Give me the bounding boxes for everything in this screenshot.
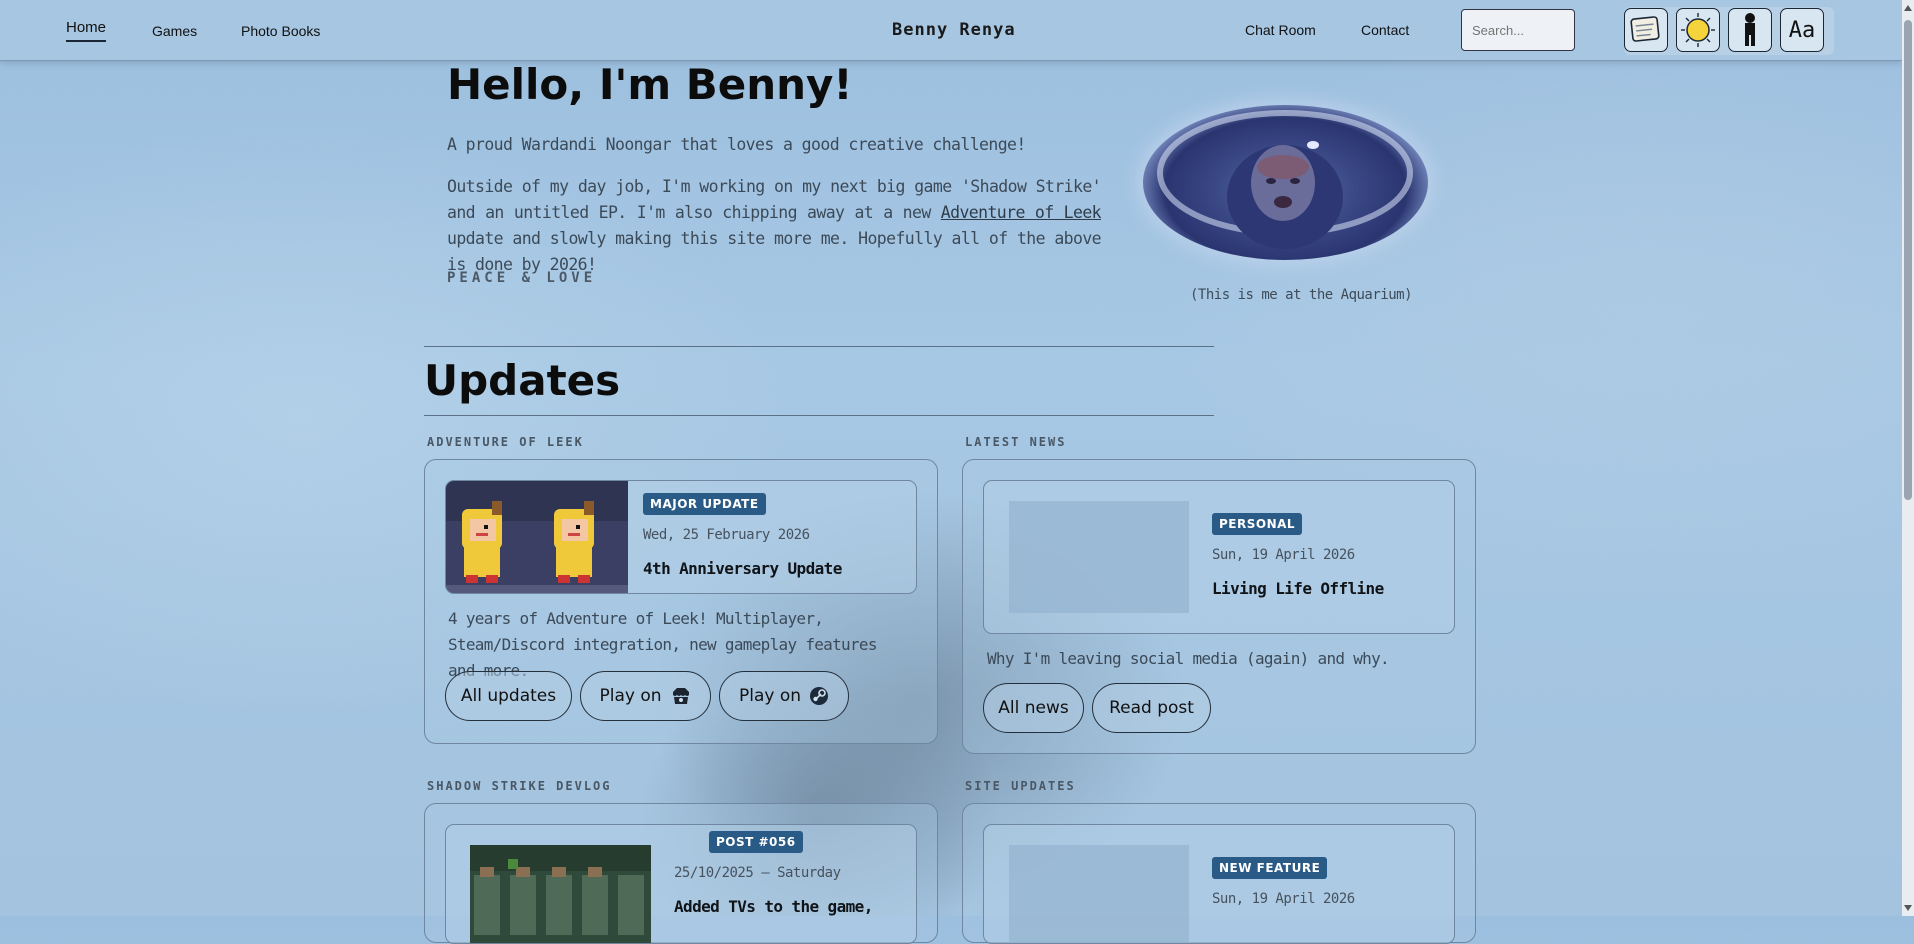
site-section-label: SITE UPDATES — [965, 779, 1076, 793]
leek-date: Wed, 25 February 2026 — [643, 527, 810, 543]
devlog-thumbnail — [470, 845, 651, 943]
top-nav: Home Games Photo Books Benny Renya Chat … — [0, 0, 1902, 61]
page-scrollbar[interactable] — [1902, 0, 1914, 916]
all-updates-label: All updates — [460, 686, 557, 706]
theme-toolbar: Aa — [1624, 7, 1834, 55]
nav-games-link[interactable]: Games — [152, 23, 197, 39]
devlog-date: 25/10/2025 — Saturday — [674, 865, 841, 881]
intro-paragraph: Outside of my day job, I'm working on my… — [447, 174, 1102, 278]
scroll-up-icon[interactable] — [1904, 5, 1912, 11]
adventure-of-leek-link[interactable]: Adventure of Leek — [941, 203, 1102, 222]
divider-top — [424, 346, 1214, 347]
leek-post-card[interactable]: MAJOR UPDATE Wed, 25 February 2026 4th A… — [445, 480, 917, 594]
news-description: Why I'm leaving social media (again) and… — [987, 649, 1390, 668]
play-on-itch-label: Play on — [599, 686, 662, 706]
leek-badge: MAJOR UPDATE — [643, 493, 766, 515]
scrollbar-thumb[interactable] — [1904, 20, 1912, 500]
nav-contact-link[interactable]: Contact — [1361, 22, 1409, 38]
sun-icon — [1681, 13, 1715, 47]
all-news-button[interactable]: All news — [983, 683, 1084, 733]
all-news-label: All news — [998, 698, 1069, 718]
leek-title: 4th Anniversary Update — [643, 559, 842, 578]
site-badge: NEW FEATURE — [1212, 857, 1328, 879]
news-date: Sun, 19 April 2026 — [1212, 547, 1355, 563]
site-date: Sun, 19 April 2026 — [1212, 891, 1355, 907]
font-icon: Aa — [1788, 17, 1816, 43]
news-section-label: LATEST NEWS — [965, 435, 1067, 449]
play-on-steam-button[interactable]: Play on — [719, 671, 849, 721]
photo-caption: (This is me at the Aquarium) — [1190, 287, 1413, 303]
play-on-steam-label: Play on — [738, 686, 802, 706]
news-badge: PERSONAL — [1212, 513, 1303, 535]
site-thumbnail — [1009, 845, 1189, 943]
nav-chat-room-link[interactable]: Chat Room — [1245, 22, 1316, 38]
wallpaper-button[interactable] — [1624, 8, 1668, 52]
intro-text-end: update and slowly making this site more … — [447, 229, 1102, 274]
leek-section-label: ADVENTURE OF LEEK — [427, 435, 584, 449]
search-input[interactable] — [1461, 9, 1575, 51]
devlog-post-card[interactable]: POST #056 25/10/2025 — Saturday Added TV… — [445, 824, 917, 944]
page-title: Hello, I'm Benny! — [447, 60, 853, 109]
leek-thumbnail — [446, 481, 628, 593]
devlog-badge: POST #056 — [709, 831, 803, 853]
news-post-card[interactable]: PERSONAL Sun, 19 April 2026 Living Life … — [983, 480, 1455, 634]
news-title: Living Life Offline — [1212, 579, 1384, 598]
site-brand[interactable]: Benny Renya — [892, 20, 1016, 40]
portrait-photo — [1143, 105, 1428, 260]
divider-bottom — [424, 415, 1214, 416]
figure-icon — [1745, 13, 1755, 46]
play-on-itch-button[interactable]: Play on — [580, 671, 711, 721]
steam-icon — [810, 687, 829, 705]
devlog-section-label: SHADOW STRIKE DEVLOG — [427, 779, 612, 793]
read-post-label: Read post — [1109, 698, 1194, 718]
site-post-card[interactable]: NEW FEATURE Sun, 19 April 2026 — [983, 824, 1455, 944]
intro-line: A proud Wardandi Noongar that loves a go… — [447, 135, 1026, 154]
all-updates-button[interactable]: All updates — [445, 671, 572, 721]
wallpaper-icon — [1630, 16, 1660, 42]
devlog-title: Added TVs to the game, — [674, 897, 873, 916]
character-button[interactable] — [1728, 8, 1772, 52]
sun-button[interactable] — [1676, 8, 1720, 52]
font-button[interactable]: Aa — [1780, 8, 1824, 52]
nav-home-link[interactable]: Home — [66, 19, 107, 42]
signoff: PEACE & LOVE — [447, 270, 597, 286]
scroll-down-icon[interactable] — [1904, 905, 1912, 911]
updates-heading: Updates — [424, 356, 621, 405]
read-post-button[interactable]: Read post — [1092, 683, 1211, 733]
news-thumbnail — [1009, 501, 1189, 613]
itch-io-icon — [672, 688, 689, 704]
nav-photo-books-link[interactable]: Photo Books — [241, 23, 320, 39]
